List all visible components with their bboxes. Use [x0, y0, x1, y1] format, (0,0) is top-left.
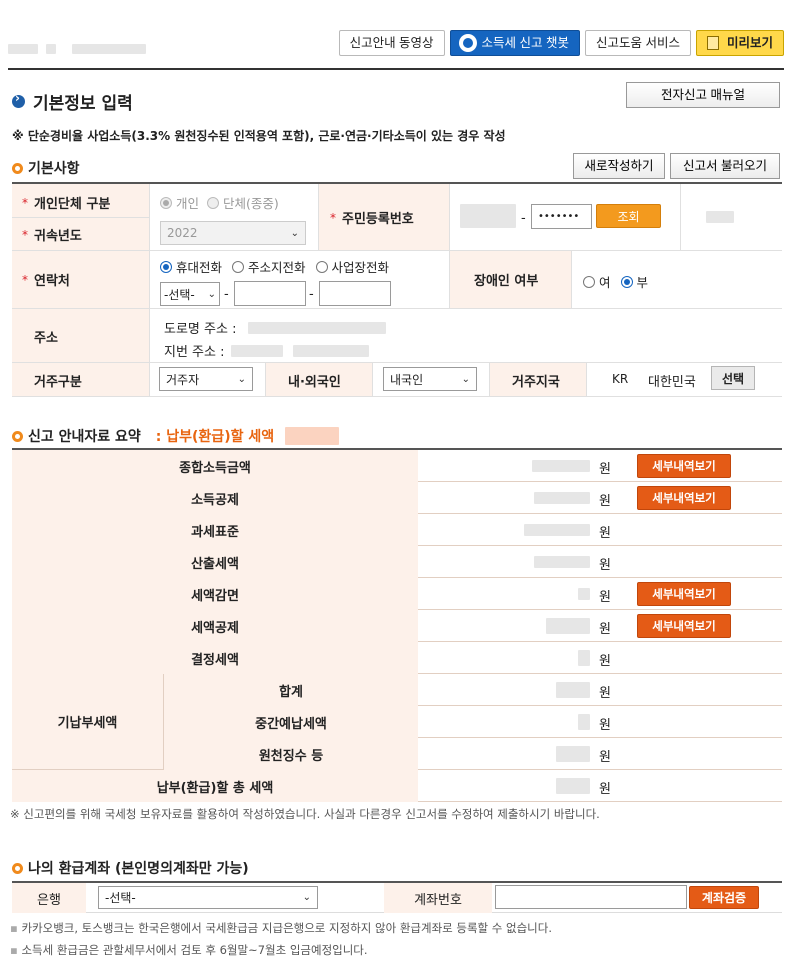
- detail-button[interactable]: 세부내역보기: [637, 582, 731, 606]
- bank-label: 은행: [12, 883, 86, 913]
- summary-section-title: 신고 안내자료 요약 : 납부(환급)할 세액: [12, 426, 340, 446]
- refund-note-2: ▪ 소득세 환급금은 관할세무서에서 검토 후 6월말~7월초 입금예정입니다.: [10, 943, 368, 957]
- nationality-select[interactable]: 내국인 ⌄: [383, 367, 477, 391]
- refund-account-row: 은행 -선택- ⌄ 계좌번호 계좌검증: [12, 881, 782, 913]
- radio-disability-yes[interactable]: [583, 275, 595, 288]
- bullet-icon: [12, 430, 23, 442]
- header-divider: [8, 68, 784, 70]
- new-form-button[interactable]: 새로작성하기: [573, 153, 665, 179]
- table-row: 납부(환급)할 총 세액 원: [12, 770, 782, 802]
- refund-section-title-text: 나의 환급계좌 (본인명의계좌만 가능): [28, 861, 249, 877]
- summary-footnote: ※ 신고편의를 위해 국세청 보유자료를 활용하여 작성하였습니다. 사실과 다…: [10, 807, 600, 821]
- chatbot-label: 소득세 신고 챗봇: [481, 36, 569, 50]
- address-label: 주소: [34, 331, 58, 346]
- year-label: * 귀속년도: [22, 227, 82, 245]
- ssn-dash: -: [521, 211, 526, 226]
- account-number-input[interactable]: [495, 885, 687, 909]
- e-filing-manual-button[interactable]: 전자신고 매뉴얼: [626, 82, 780, 108]
- basic-section-title: 기본사항: [12, 158, 80, 178]
- table-row: 소득공제 원 세부내역보기: [12, 482, 782, 514]
- ssn-back-input[interactable]: •••••••: [531, 204, 592, 229]
- bullet-icon: [12, 862, 23, 874]
- notice-text: ※ 단순경비율 사업소득(3.3% 원천징수된 인적용역 포함), 근로·연금·…: [12, 129, 506, 143]
- pay-amount-redacted: [285, 427, 340, 445]
- load-return-button[interactable]: 신고서 불러오기: [670, 153, 780, 179]
- radio-group[interactable]: [207, 196, 220, 209]
- lookup-result-redacted: [706, 211, 734, 223]
- residence-select[interactable]: 거주자 ⌄: [159, 367, 253, 391]
- table-row: 종합소득금액 원 세부내역보기: [12, 450, 782, 482]
- table-row: 중간예납세액 원: [164, 706, 782, 738]
- contact-radio-group[interactable]: 휴대전화 주소지전화 사업장전화: [160, 257, 389, 276]
- road-address: 도로명 주소 :: [164, 318, 387, 337]
- lookup-button[interactable]: 조회: [596, 204, 661, 228]
- detail-button[interactable]: 세부내역보기: [637, 486, 731, 510]
- disability-radio-group[interactable]: 여 부: [583, 272, 648, 291]
- refund-section-title: 나의 환급계좌 (본인명의계좌만 가능): [12, 858, 249, 878]
- table-row: 세액감면 원 세부내역보기: [12, 578, 782, 610]
- preview-label: 미리보기: [726, 36, 773, 50]
- help-service-button[interactable]: 신고도움 서비스: [585, 30, 691, 56]
- page-title-text: 기본정보 입력: [33, 94, 133, 114]
- basic-info-table: * 개인단체 구분 개인 단체(종중) * 귀속년도 2022 ⌄ * 주민등록번호 -…: [12, 182, 782, 397]
- preview-button[interactable]: 미리보기: [695, 30, 784, 56]
- ssn-front-redacted: [460, 204, 516, 228]
- verify-account-button[interactable]: 계좌검증: [689, 886, 759, 909]
- phone-last-input[interactable]: [319, 281, 391, 306]
- account-number-label: 계좌번호: [384, 883, 492, 913]
- detail-button[interactable]: 세부내역보기: [637, 614, 731, 638]
- country-code: KR: [612, 372, 629, 386]
- refund-note-1: ▪ 카카오뱅크, 토스뱅크는 한국은행에서 국세환급금 지급은행으로 지정하지 …: [10, 921, 552, 935]
- table-row: 세액공제 원 세부내역보기: [12, 610, 782, 642]
- chatbot-icon: [458, 34, 477, 52]
- table-row: 과세표준 원: [12, 514, 782, 546]
- video-guide-button[interactable]: 신고안내 동영상: [338, 30, 445, 56]
- prepaid-label: 기납부세액: [12, 674, 164, 770]
- phone-dash-2: -: [309, 287, 314, 302]
- chatbot-button[interactable]: 소득세 신고 챗봇: [449, 30, 580, 56]
- table-row: 합계 원: [164, 674, 782, 706]
- disability-label: 장애인 여부: [474, 274, 539, 289]
- table-row: 산출세액 원: [12, 546, 782, 578]
- radio-home-phone[interactable]: [232, 260, 245, 273]
- table-row: 원천징수 등 원: [164, 738, 782, 770]
- document-icon: [706, 36, 719, 50]
- detail-button[interactable]: 세부내역보기: [637, 454, 731, 478]
- top-toolbar: 신고안내 동영상 소득세 신고 챗봇 신고도움 서비스 미리보기: [8, 30, 784, 58]
- ssn-label: * 주민등록번호: [330, 210, 414, 228]
- user-info-redacted: [8, 41, 147, 56]
- phone-prefix-select[interactable]: -선택- ⌄: [160, 282, 220, 306]
- nationality-label: 내·외국인: [288, 375, 341, 390]
- country-label: 거주지국: [512, 375, 560, 390]
- summary-table: 종합소득금액 원 세부내역보기 소득공제 원 세부내역보기 과세표준 원 산출세…: [12, 448, 782, 802]
- bullet-icon: [12, 91, 25, 108]
- type-radio-group[interactable]: 개인 단체(종중): [160, 193, 279, 212]
- basic-section-title-text: 기본사항: [28, 161, 80, 177]
- contact-label: * 연락처: [22, 272, 70, 290]
- country-name: 대한민국: [648, 375, 696, 390]
- summary-section-title-text: 신고 안내자료 요약: [28, 429, 141, 445]
- residence-label: 거주구분: [34, 375, 82, 390]
- radio-individual[interactable]: [160, 196, 172, 209]
- phone-middle-input[interactable]: [234, 281, 306, 306]
- bullet-icon: [12, 162, 23, 174]
- page-title: 기본정보 입력: [12, 89, 133, 114]
- bank-select[interactable]: -선택- ⌄: [98, 886, 318, 909]
- radio-business-phone[interactable]: [315, 260, 328, 273]
- radio-mobile[interactable]: [160, 260, 172, 273]
- pay-amount-label: : 납부(환급)할 세액: [155, 429, 275, 445]
- type-label: * 개인단체 구분: [22, 195, 111, 213]
- year-select[interactable]: 2022 ⌄: [160, 221, 306, 245]
- radio-disability-no[interactable]: [620, 275, 633, 288]
- table-row: 결정세액 원: [12, 642, 782, 674]
- lot-address: 지번 주소 :: [164, 341, 369, 360]
- phone-dash-1: -: [224, 287, 229, 302]
- country-select-button[interactable]: 선택: [711, 366, 755, 390]
